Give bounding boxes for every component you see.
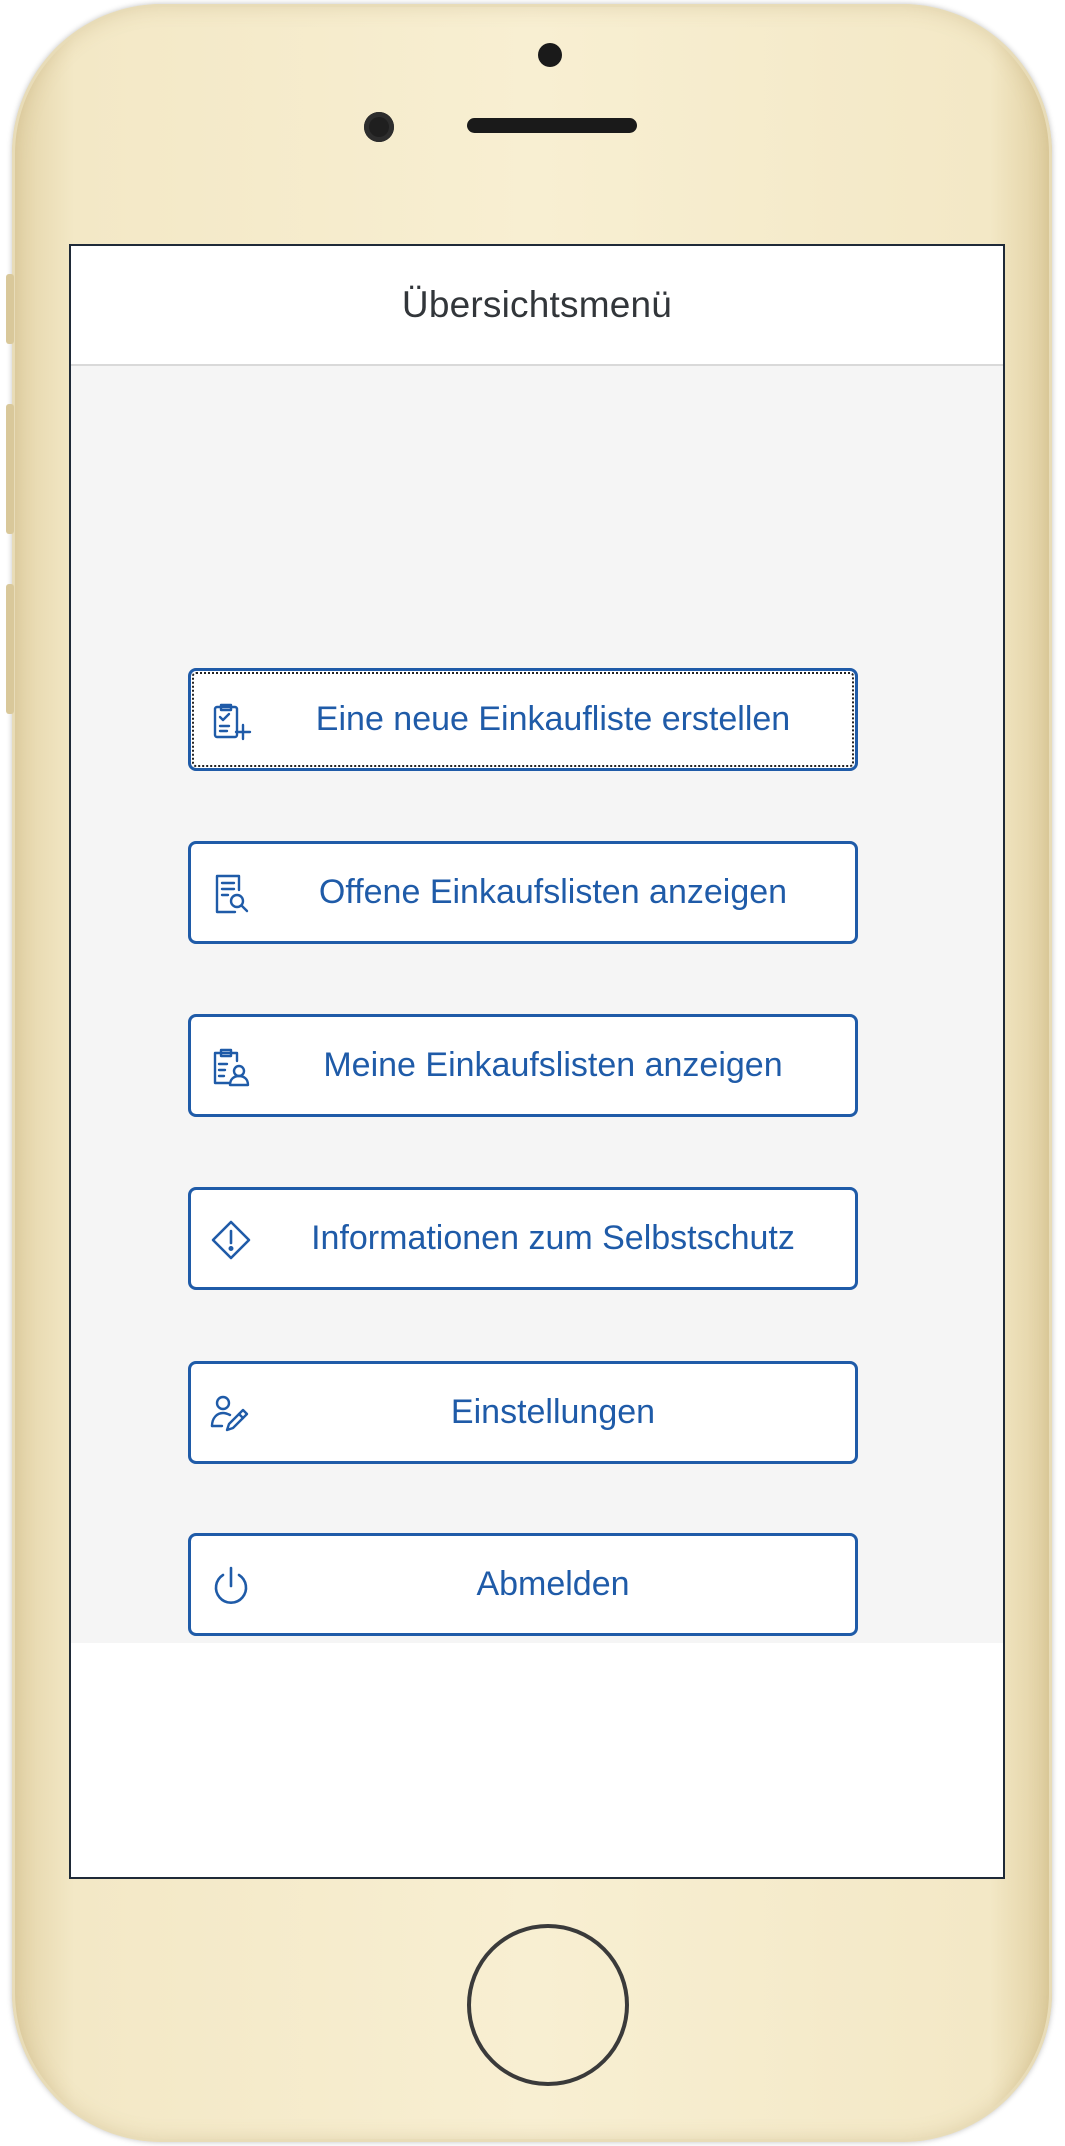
menu-content: Eine neue Einkaufliste erstellen Offene …: [71, 366, 1003, 1643]
user-edit-icon: [209, 1392, 253, 1436]
logout-button[interactable]: Abmelden: [188, 1533, 858, 1636]
menu-item-label: Offene Einkaufslisten anzeigen: [318, 873, 788, 911]
my-shopping-lists-button[interactable]: Meine Einkaufslisten anzeigen: [188, 1014, 858, 1117]
earpiece-speaker: [467, 118, 637, 133]
menu-item-label: Eine neue Einkaufliste erstellen: [315, 700, 791, 738]
volume-down-button: [6, 584, 14, 714]
menu-item-label: Meine Einkaufslisten anzeigen: [323, 1046, 783, 1084]
clipboard-add-icon: [209, 699, 253, 743]
settings-button[interactable]: Einstellungen: [188, 1361, 858, 1464]
power-icon: [209, 1564, 253, 1608]
menu-item-label: Informationen zum Selbstschutz: [311, 1219, 795, 1257]
front-camera-icon: [364, 112, 394, 142]
warning-diamond-icon: [209, 1218, 253, 1262]
side-button: [6, 274, 14, 344]
menu-item-label: Einstellungen: [450, 1393, 656, 1431]
device-stage: Übersichtsmenü Eine neue Einkaufliste er…: [0, 0, 1065, 2146]
empty-area: [71, 1643, 1003, 1877]
phone-screen: Übersichtsmenü Eine neue Einkaufliste er…: [69, 244, 1005, 1879]
document-search-icon: [209, 872, 253, 916]
app-header: Übersichtsmenü: [71, 246, 1003, 366]
page-title: Übersichtsmenü: [401, 284, 673, 325]
home-button[interactable]: [467, 1924, 629, 2086]
open-shopping-lists-button[interactable]: Offene Einkaufslisten anzeigen: [188, 841, 858, 944]
volume-up-button: [6, 404, 14, 534]
self-protection-info-button[interactable]: Informationen zum Selbstschutz: [188, 1187, 858, 1290]
create-shopping-list-button[interactable]: Eine neue Einkaufliste erstellen: [188, 668, 858, 771]
menu-item-label: Abmelden: [476, 1565, 630, 1603]
proximity-sensor-icon: [538, 43, 562, 67]
clipboard-user-icon: [209, 1045, 253, 1089]
